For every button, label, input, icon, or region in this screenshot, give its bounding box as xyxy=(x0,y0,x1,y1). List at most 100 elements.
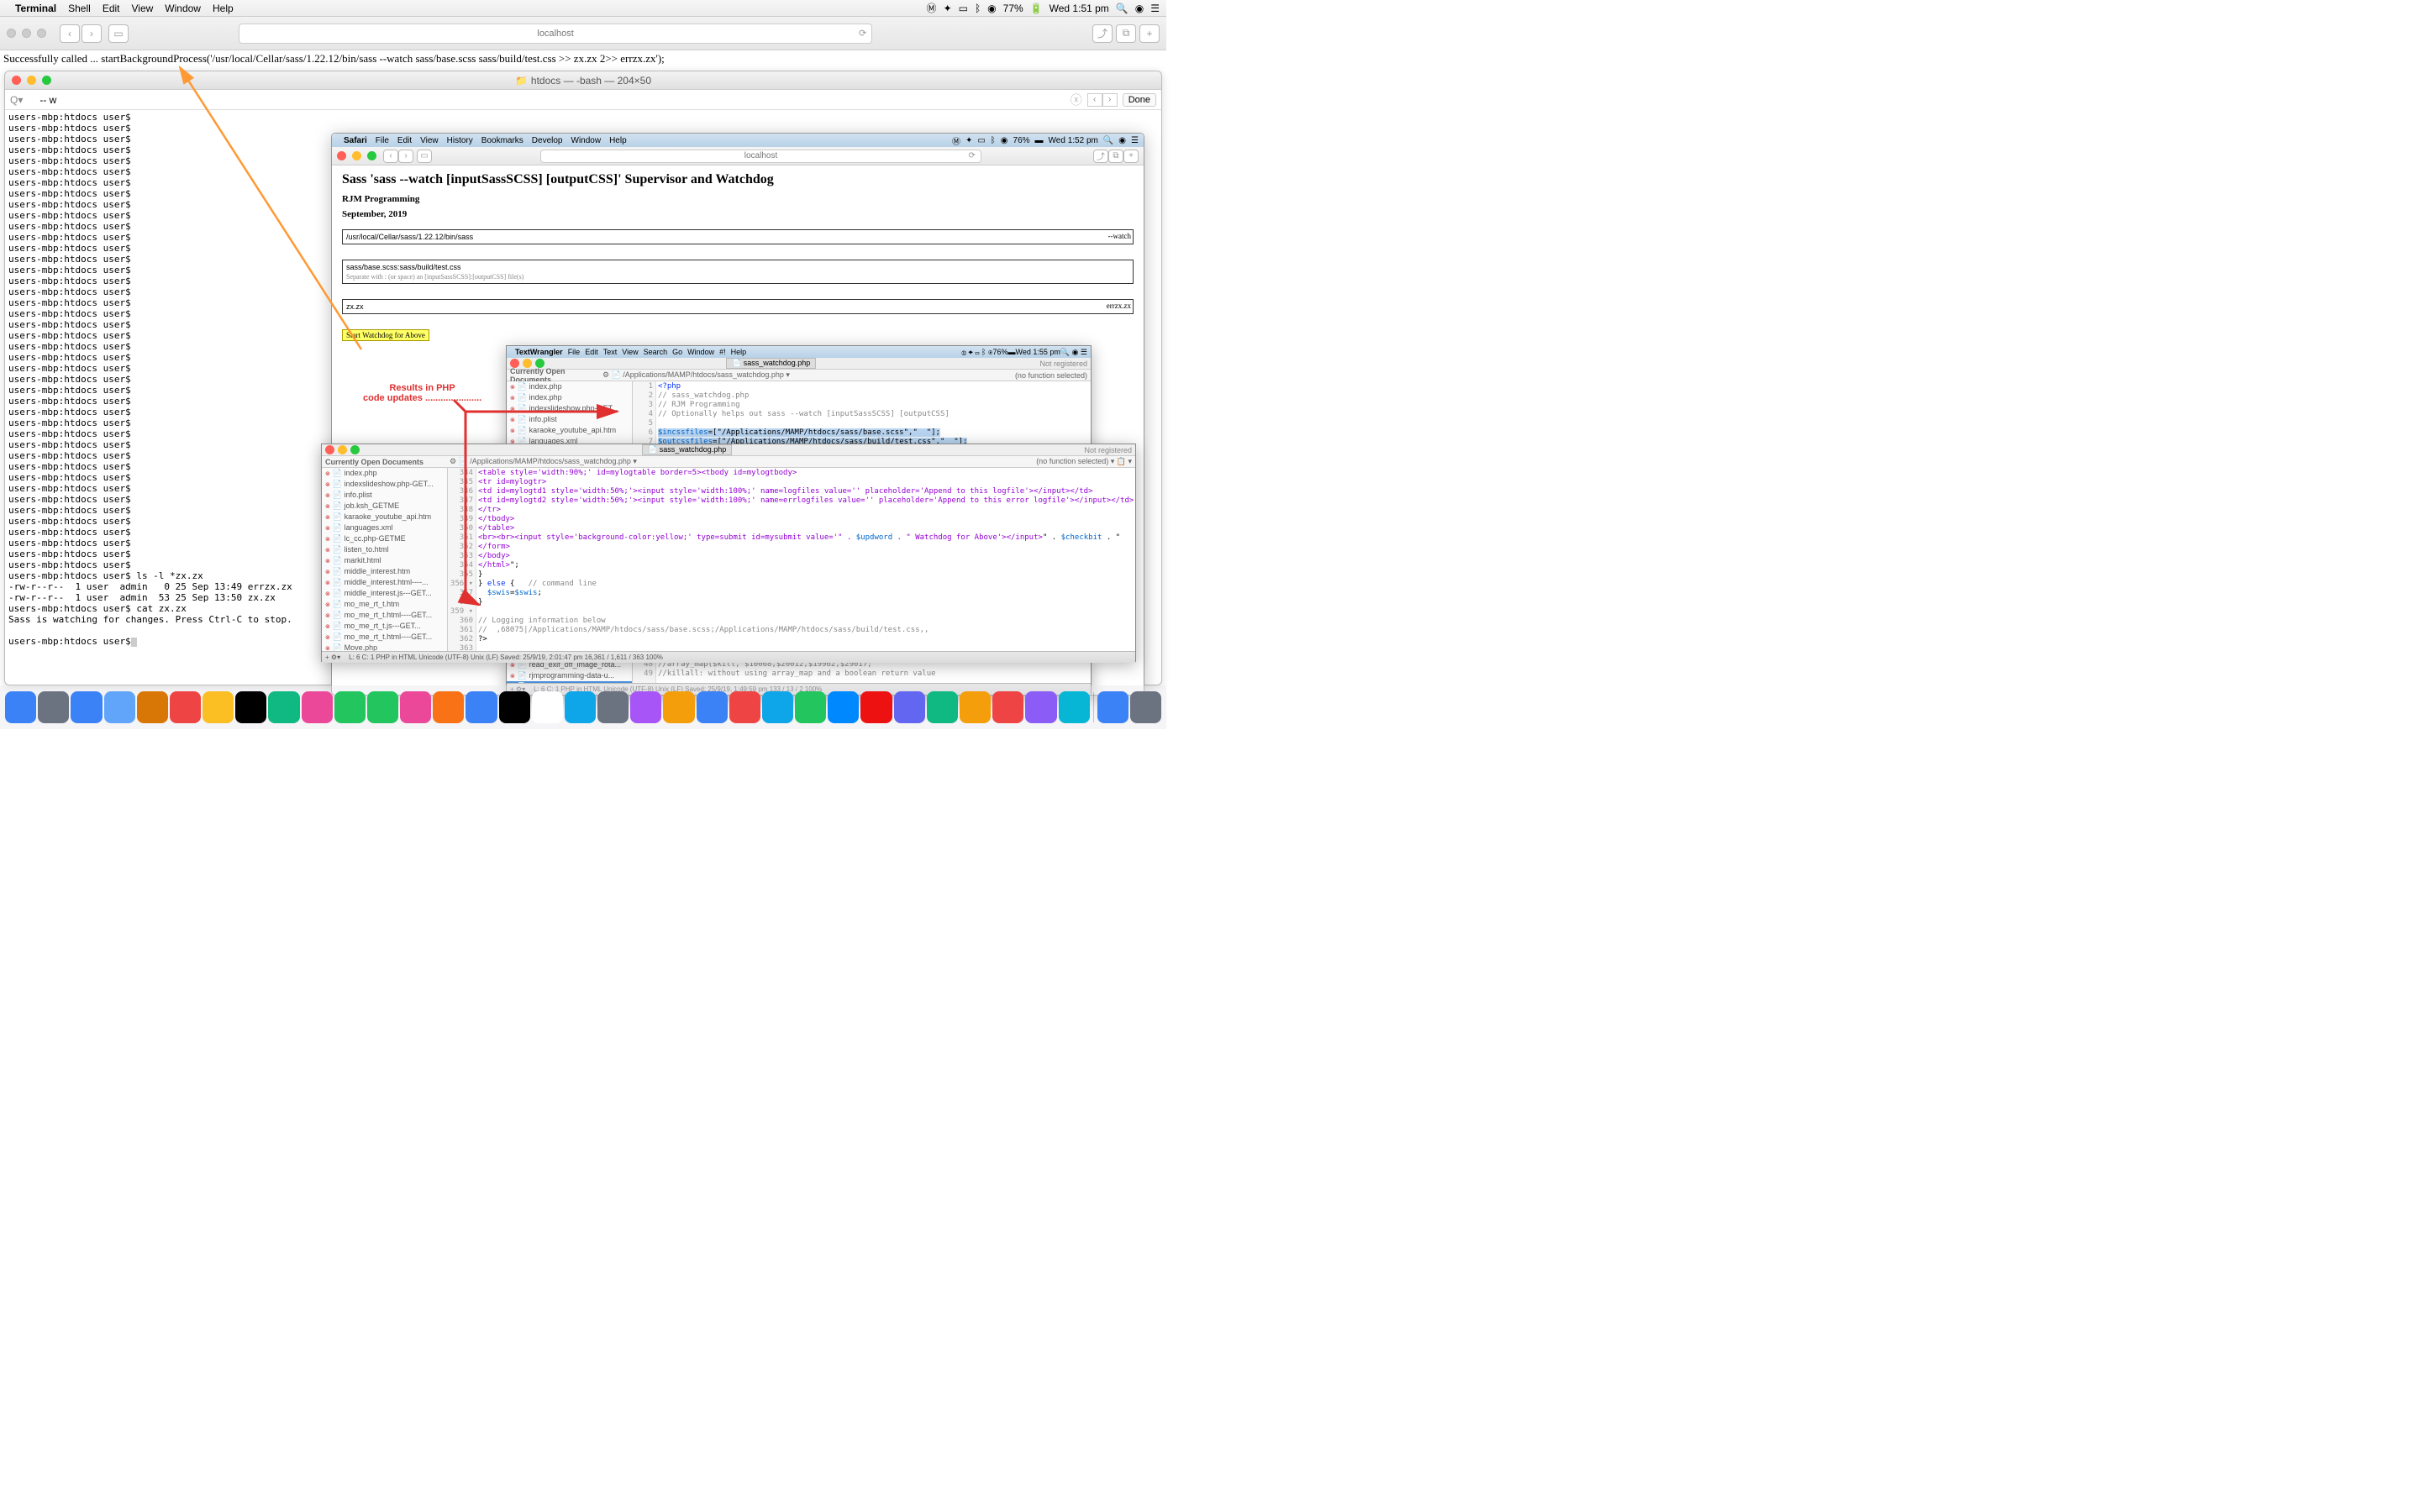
close-icon[interactable] xyxy=(337,151,346,160)
clear-icon[interactable]: ⓧ xyxy=(1071,92,1082,108)
zoom-icon[interactable] xyxy=(37,29,46,38)
file-item[interactable]: ⊗📄 indexslideshow.php-GET... xyxy=(322,479,447,490)
menu-file[interactable]: File xyxy=(376,136,389,145)
files-input[interactable] xyxy=(345,262,1131,272)
file-item[interactable]: ⊗📄 mo_me_rt_t.htm xyxy=(322,599,447,610)
inner-address-bar[interactable]: localhost ⟳ xyxy=(540,150,981,163)
file-item[interactable]: ⊗📄 Move.php xyxy=(322,643,447,651)
search-input[interactable] xyxy=(26,94,1070,106)
share-button[interactable]: ⤴ xyxy=(1092,24,1113,43)
new-tab-button[interactable]: + xyxy=(1139,24,1160,43)
dock-textedit[interactable] xyxy=(532,691,563,723)
dock-app5[interactable] xyxy=(762,691,793,723)
zoom-icon[interactable] xyxy=(350,445,360,454)
sidebar-button[interactable]: ▭ xyxy=(108,24,129,43)
address-bar[interactable]: localhost ⟳ xyxy=(239,24,873,44)
dock-mail[interactable] xyxy=(104,691,135,723)
menu-search[interactable]: Search xyxy=(644,348,668,356)
tw1-tab[interactable]: 📄 sass_watchdog.php xyxy=(726,358,816,369)
func-selector[interactable]: (no function selected) xyxy=(1015,371,1087,380)
bluetooth-icon[interactable]: ᛒ xyxy=(975,3,981,14)
tw2-tab[interactable]: 📄 sass_watchdog.php xyxy=(642,444,732,455)
dock-settings[interactable] xyxy=(597,691,629,723)
display-icon[interactable]: ▭ xyxy=(977,136,985,145)
tw1b-code[interactable]: //array_map($kill, $10068,$20012,$19962,… xyxy=(656,659,1091,683)
menu-bookmarks[interactable]: Bookmarks xyxy=(481,136,523,145)
dock-app14[interactable] xyxy=(1059,691,1090,723)
file-item[interactable]: ⊗📄 karaoke_youtube_api.htm xyxy=(322,512,447,522)
dock-calendar[interactable] xyxy=(170,691,201,723)
file-item[interactable]: ⊗📄 middle_interest.js---GET... xyxy=(322,588,447,599)
minimize-icon[interactable] xyxy=(338,445,347,454)
menu-text[interactable]: Text xyxy=(603,348,618,356)
menu-help[interactable]: Help xyxy=(731,348,747,356)
dock-terminal[interactable] xyxy=(499,691,530,723)
file-item[interactable]: ⊗📄 mo_me_rt_t.js---GET... xyxy=(322,621,447,632)
dock-appstore[interactable] xyxy=(466,691,497,723)
menu-view[interactable]: View xyxy=(132,3,154,14)
tw1-code[interactable]: <?php // sass_watchdog.php // RJM Progra… xyxy=(656,381,1091,444)
file-item[interactable]: ⊗📄 mo_me_rt_t.html----GET... xyxy=(322,610,447,621)
forward-button[interactable]: › xyxy=(82,24,102,43)
forward-button[interactable]: › xyxy=(398,150,413,163)
menu-history[interactable]: History xyxy=(447,136,473,145)
puzzle-icon[interactable]: ✦ xyxy=(965,136,972,145)
dock-finder[interactable] xyxy=(5,691,36,723)
menu-window[interactable]: Window xyxy=(687,348,714,356)
file-item[interactable]: ⊗📄 index.php xyxy=(322,468,447,479)
dock-launchpad[interactable] xyxy=(38,691,69,723)
active-app[interactable]: Terminal xyxy=(15,3,56,14)
file-item[interactable]: ⊗📄 index.php xyxy=(507,381,632,392)
dock-folder[interactable] xyxy=(1097,691,1128,723)
menu-window[interactable]: Window xyxy=(165,3,201,14)
menu-file[interactable]: File xyxy=(568,348,581,356)
file-item[interactable]: ⊗📄 lc_cc.php-GETME xyxy=(322,533,447,544)
menu-edit[interactable]: Edit xyxy=(585,348,598,356)
dock-app4[interactable] xyxy=(729,691,760,723)
file-item[interactable]: ⊗📄 index.php xyxy=(507,392,632,403)
file-item[interactable]: ⊗📄 markit.html xyxy=(322,555,447,566)
wifi-icon[interactable]: ◉ xyxy=(1001,136,1008,145)
dock-app6[interactable] xyxy=(795,691,826,723)
malware-icon[interactable]: Ⓜ xyxy=(952,134,960,147)
dock-app13[interactable] xyxy=(1025,691,1056,723)
file-item[interactable]: ⊗📄 mo_me_rt_t.html----GET... xyxy=(322,632,447,643)
next-match[interactable]: › xyxy=(1102,93,1118,107)
dock-facetime[interactable] xyxy=(367,691,398,723)
dock-app7[interactable] xyxy=(828,691,859,723)
dock-app1[interactable] xyxy=(630,691,661,723)
done-button[interactable]: Done xyxy=(1123,93,1156,107)
dock-photos[interactable] xyxy=(302,691,333,723)
menu-view[interactable]: View xyxy=(622,348,638,356)
spotlight-icon[interactable]: 🔍 xyxy=(1103,136,1113,145)
minimize-icon[interactable] xyxy=(22,29,31,38)
file-item[interactable]: ⊗📄 middle_interest.html----... xyxy=(322,577,447,588)
file-item[interactable]: ⊗📄 languages.xml xyxy=(322,522,447,533)
file-item[interactable]: ⊗📄 middle_interest.htm xyxy=(322,566,447,577)
siri-icon[interactable]: ◉ xyxy=(1135,3,1144,14)
dock-itunes[interactable] xyxy=(400,691,431,723)
siri-icon[interactable]: ◉ xyxy=(1118,136,1126,145)
wifi-icon[interactable]: ◉ xyxy=(987,3,996,14)
menu-edit[interactable]: Edit xyxy=(103,3,120,14)
dock-app3[interactable] xyxy=(697,691,728,723)
prev-match[interactable]: ‹ xyxy=(1087,93,1102,107)
log-input[interactable] xyxy=(345,302,738,312)
file-item[interactable]: ⊗📄 sass_watchdog.php xyxy=(507,681,632,683)
share-button[interactable]: ⤴ xyxy=(1093,150,1108,163)
malware-icon[interactable]: Ⓜ xyxy=(927,1,937,15)
menu-view[interactable]: View xyxy=(420,136,439,145)
display-icon[interactable]: ▭ xyxy=(959,3,968,14)
inner-app[interactable]: Safari xyxy=(344,136,367,145)
menu-shell[interactable]: Shell xyxy=(68,3,91,14)
dock-notes[interactable] xyxy=(203,691,234,723)
sidebar-button[interactable]: ▭ xyxy=(417,150,432,163)
close-icon[interactable] xyxy=(12,76,21,85)
new-tab-button[interactable]: + xyxy=(1123,150,1139,163)
menu-edit[interactable]: Edit xyxy=(397,136,412,145)
dock-app9[interactable] xyxy=(894,691,925,723)
dock-trash[interactable] xyxy=(1130,691,1161,723)
dock-app10[interactable] xyxy=(927,691,958,723)
menu-icon[interactable]: ☰ xyxy=(1150,3,1160,14)
file-item[interactable]: ⊗📄 karaoke_youtube_api.htm xyxy=(507,425,632,436)
